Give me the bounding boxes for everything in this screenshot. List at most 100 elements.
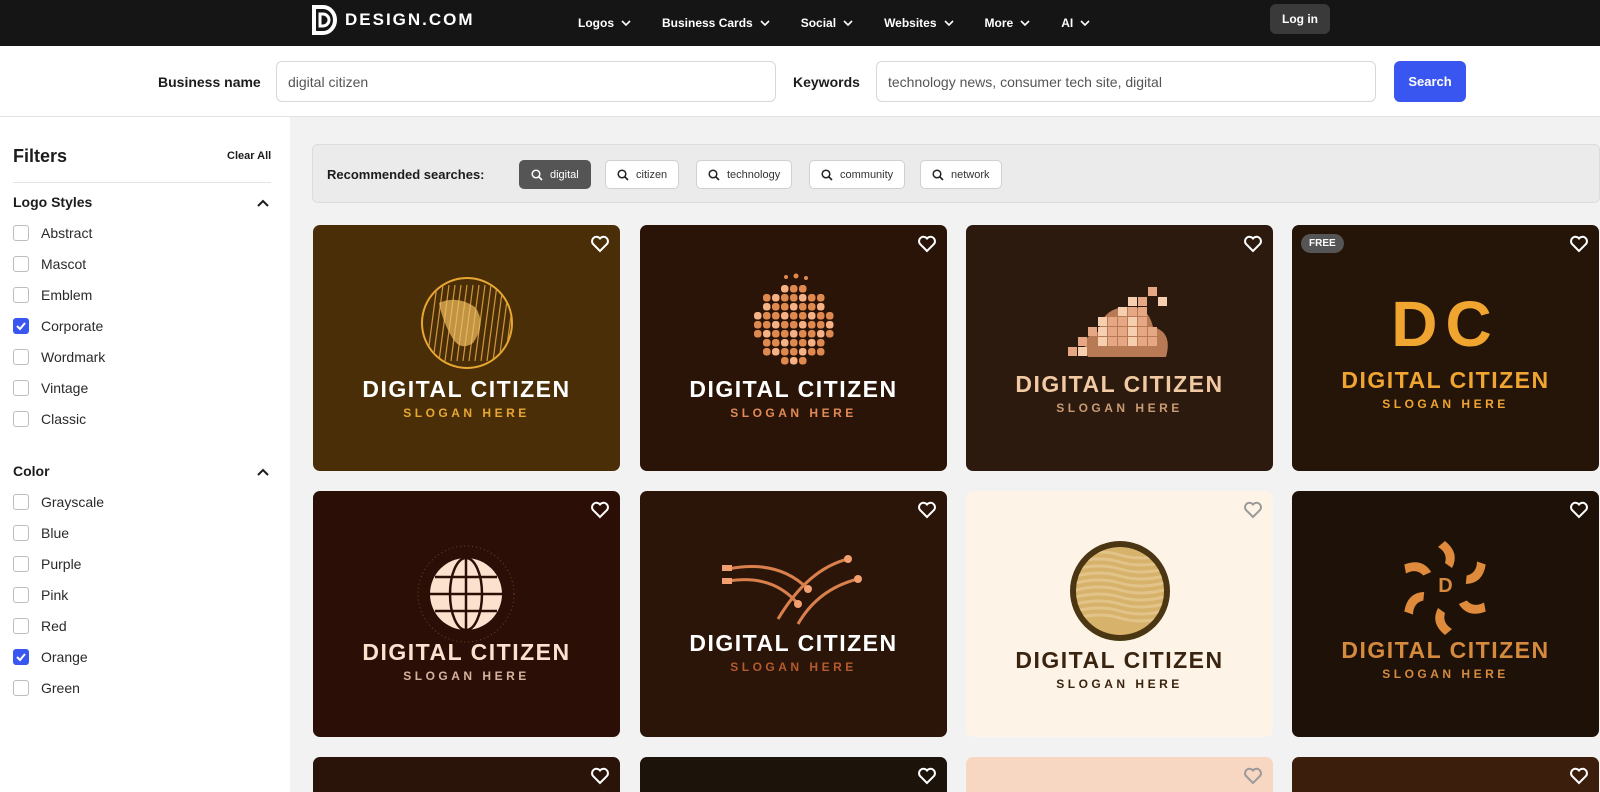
- nav-item-websites[interactable]: Websites: [884, 16, 954, 30]
- heart-icon[interactable]: [1243, 767, 1263, 785]
- logo-business-name: DIGITAL CITIZEN: [689, 376, 898, 402]
- logo-business-name: DIGITAL CITIZEN: [1015, 647, 1224, 673]
- logo-artwork: [1058, 277, 1178, 372]
- filter-option-orange[interactable]: Orange: [13, 649, 88, 665]
- checkbox[interactable]: [13, 587, 29, 603]
- checkbox[interactable]: [13, 225, 29, 241]
- brand-logo[interactable]: DESIGN.COM: [311, 5, 475, 35]
- heart-icon[interactable]: [1243, 235, 1263, 253]
- recommended-chip-technology[interactable]: technology: [696, 160, 793, 189]
- recommended-chip-network[interactable]: network: [920, 160, 1002, 189]
- checkbox[interactable]: [13, 525, 29, 541]
- filter-option-blue[interactable]: Blue: [13, 525, 69, 541]
- color-heading[interactable]: Color: [13, 463, 50, 479]
- design-logo-icon: [312, 5, 337, 35]
- keywords-label: Keywords: [793, 74, 860, 90]
- filter-option-grayscale[interactable]: Grayscale: [13, 494, 104, 510]
- business-name-input[interactable]: digital citizen: [276, 61, 776, 102]
- nav-item-more[interactable]: More: [985, 16, 1032, 30]
- clear-all-button[interactable]: Clear All: [227, 150, 271, 162]
- logo-card[interactable]: DIGITAL CITIZEN SLOGAN HERE: [966, 491, 1273, 737]
- nav-item-social[interactable]: Social: [801, 16, 854, 30]
- logo-card[interactable]: DIGITAL CITIZEN SLOGAN HERE: [313, 491, 620, 737]
- checkbox[interactable]: [13, 411, 29, 427]
- logo-card[interactable]: DIGITAL CITIZEN SLOGAN HERE: [966, 225, 1273, 471]
- cloud-icon: [1068, 287, 1168, 357]
- filter-option-mascot[interactable]: Mascot: [13, 256, 86, 272]
- logo-business-name: DIGITAL CITIZEN: [362, 639, 571, 665]
- heart-icon[interactable]: [917, 501, 937, 519]
- logo-styles-heading[interactable]: Logo Styles: [13, 194, 92, 210]
- filter-option-corporate[interactable]: Corporate: [13, 318, 103, 334]
- logo-card[interactable]: [1292, 757, 1599, 792]
- heart-icon[interactable]: [1569, 767, 1589, 785]
- nav-item-logos[interactable]: Logos: [578, 16, 632, 30]
- checkbox[interactable]: [13, 256, 29, 272]
- filter-option-label: Vintage: [41, 380, 89, 396]
- logo-card[interactable]: [640, 757, 947, 792]
- filters-title: Filters: [13, 146, 68, 166]
- nav-menu: Logos Business Cards Social Websites Mor…: [578, 0, 1121, 46]
- search-button[interactable]: Search: [1394, 61, 1466, 102]
- filter-option-emblem[interactable]: Emblem: [13, 287, 92, 303]
- brand-name: DESIGN.COM: [345, 10, 475, 29]
- logo-card[interactable]: D DIGITAL CITIZEN SLOGAN HERE: [1292, 491, 1599, 737]
- heart-icon[interactable]: [1569, 235, 1589, 253]
- heart-icon[interactable]: [590, 767, 610, 785]
- chevron-down-icon: [843, 20, 853, 27]
- filter-option-pink[interactable]: Pink: [13, 587, 68, 603]
- checkbox[interactable]: [13, 318, 29, 334]
- filter-option-vintage[interactable]: Vintage: [13, 380, 88, 396]
- chevron-up-icon[interactable]: [256, 465, 270, 479]
- filter-option-red[interactable]: Red: [13, 618, 67, 634]
- chevron-down-icon: [760, 20, 770, 27]
- recommended-chip-citizen[interactable]: citizen: [605, 160, 680, 189]
- chip-label: community: [840, 168, 894, 181]
- filter-option-purple[interactable]: Purple: [13, 556, 81, 572]
- heart-icon[interactable]: [590, 501, 610, 519]
- nav-item-business-cards[interactable]: Business Cards: [662, 16, 771, 30]
- heart-icon[interactable]: [917, 235, 937, 253]
- filter-option-abstract[interactable]: Abstract: [13, 225, 92, 241]
- checkbox[interactable]: [13, 649, 29, 665]
- logo-card[interactable]: [313, 757, 620, 792]
- filter-option-label: Emblem: [41, 287, 93, 303]
- keywords-input[interactable]: technology news, consumer tech site, dig…: [876, 61, 1376, 102]
- search-icon: [932, 168, 944, 181]
- logo-card[interactable]: FREE DC DIGITAL CITIZEN SLOGAN HERE: [1292, 225, 1599, 471]
- logo-monogram: D: [1438, 575, 1453, 597]
- heart-icon[interactable]: [590, 235, 610, 253]
- filter-option-green[interactable]: Green: [13, 680, 80, 696]
- heart-icon[interactable]: [1243, 501, 1263, 519]
- divider: [13, 182, 271, 183]
- logo-card[interactable]: DIGITAL CITIZEN SLOGAN HERE: [640, 225, 947, 471]
- checkbox[interactable]: [13, 380, 29, 396]
- checkbox[interactable]: [13, 618, 29, 634]
- top-navigation: DESIGN.COM Logos Business Cards Social W…: [0, 0, 1600, 46]
- checkbox[interactable]: [13, 349, 29, 365]
- checkbox[interactable]: [13, 494, 29, 510]
- heart-icon[interactable]: [917, 767, 937, 785]
- recommended-chip-community[interactable]: community: [809, 160, 906, 189]
- logo-card[interactable]: DIGITAL CITIZEN SLOGAN HERE: [640, 491, 947, 737]
- checkmark-icon: [16, 322, 26, 331]
- chevron-down-icon: [943, 20, 954, 27]
- filter-option-classic[interactable]: Classic: [13, 411, 86, 427]
- checkmark-icon: [16, 653, 26, 662]
- login-button[interactable]: Log in: [1270, 4, 1330, 34]
- nav-item-ai[interactable]: AI: [1061, 16, 1091, 30]
- chip-label: network: [951, 168, 990, 181]
- checkbox[interactable]: [13, 287, 29, 303]
- checkbox[interactable]: [13, 556, 29, 572]
- checkbox[interactable]: [13, 680, 29, 696]
- heart-icon[interactable]: [1569, 501, 1589, 519]
- logo-card[interactable]: [966, 757, 1273, 792]
- logo-business-name: DIGITAL CITIZEN: [1341, 637, 1550, 663]
- chevron-up-icon[interactable]: [256, 196, 270, 210]
- logo-card[interactable]: DIGITAL CITIZEN SLOGAN HERE: [313, 225, 620, 471]
- globe-icon: [421, 277, 513, 369]
- filter-option-wordmark[interactable]: Wordmark: [13, 349, 105, 365]
- recommended-searches: Recommended searches: digital citizen tech…: [312, 144, 1600, 203]
- filter-option-label: Corporate: [41, 318, 104, 334]
- recommended-chip-digital[interactable]: digital: [519, 160, 591, 189]
